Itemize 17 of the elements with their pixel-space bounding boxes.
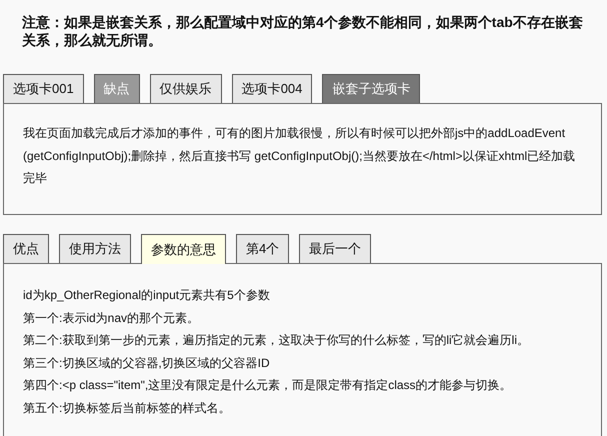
tab[interactable]: 参数的意思 xyxy=(141,234,226,264)
tab[interactable]: 选项卡001 xyxy=(3,74,84,103)
panel-text: 第四个:<p class="item",这里没有限定是什么元素，而是限定带有指定class的才能参与切换。 xyxy=(23,377,513,394)
notice-text: 注意：如果是嵌套关系，那么配置域中对应的第4个参数不能相同，如果两个tab不存在嵌套关系，那么就无所谓。 xyxy=(20,13,584,49)
tab[interactable]: 第4个 xyxy=(236,234,290,263)
tab[interactable]: 嵌套子选项卡 xyxy=(322,74,420,103)
panel-text: 第五个:切换标签后当前标签的样式名。 xyxy=(23,400,232,416)
tab[interactable]: 使用方法 xyxy=(59,234,131,263)
tab[interactable]: 选项卡004 xyxy=(232,74,312,103)
panel-text: 第三个:切换区域的父容器,切换区域的父容器ID xyxy=(23,354,271,372)
panel-text: 第二个:获取到第一步的元素，遍历指定的元素，这取决于你写的什么标签，写的li它就会遍历li。 xyxy=(23,332,530,349)
panel-text: id为kp_OtherRegional的input元素共有5个参数 xyxy=(23,287,271,304)
panel-text: 我在页面加载完成后才添加的事件，可有的图片加载很慢，所以有时候可以把外部js中的addLoadEvent (getConfigInputObj);删除掉，然后直接书写 getConfigInputObj();当然要放在</html>以保证xhtml已经加载完毕 xyxy=(23,125,576,187)
tab[interactable]: 优点 xyxy=(3,234,49,263)
tab[interactable]: 最后一个 xyxy=(299,234,372,263)
tab[interactable]: 仅供娱乐 xyxy=(150,74,222,103)
panel-text: 第一个:表示id为nav的那个元素。 xyxy=(23,310,200,326)
